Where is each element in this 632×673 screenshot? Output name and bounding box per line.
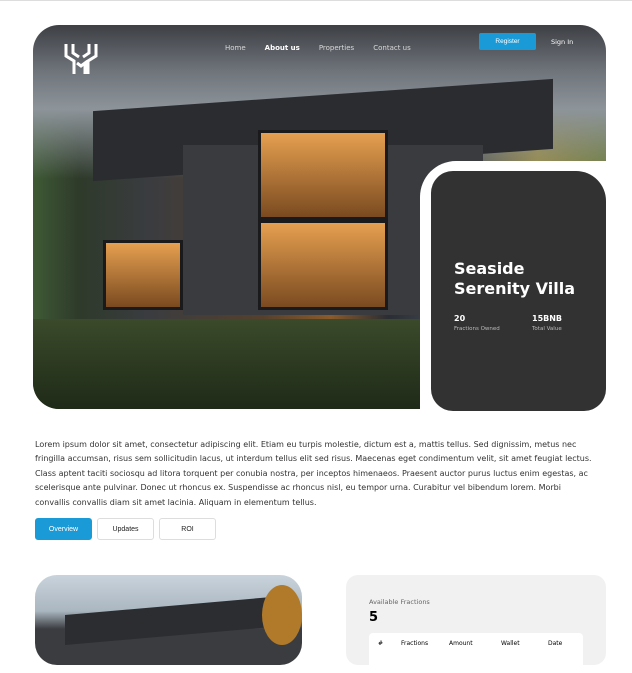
- column-header: Date: [548, 640, 563, 647]
- total-value-value: 15BNB: [532, 314, 563, 323]
- nav-properties[interactable]: Properties: [319, 44, 354, 52]
- fractions-table-header: # Fractions Amount Wallet Date: [369, 633, 583, 673]
- fractions-owned-label: Fractions Owned: [454, 326, 500, 332]
- window: [258, 220, 388, 310]
- fractions-owned-stat: 20 Fractions Owned: [454, 314, 500, 332]
- column-header: Wallet: [501, 640, 520, 647]
- tab-bar: Overview Updates ROI: [35, 518, 216, 540]
- total-value-stat: 15BNB Total Value: [532, 314, 562, 332]
- window: [103, 240, 183, 310]
- tab-roi[interactable]: ROI: [159, 518, 216, 540]
- tab-overview[interactable]: Overview: [35, 518, 92, 540]
- tab-updates[interactable]: Updates: [97, 518, 154, 540]
- column-header: Fractions: [401, 640, 429, 647]
- available-fractions-label: Available Fractions: [369, 598, 430, 606]
- property-card: Seaside Serenity Villa 20 Fractions Owned …: [431, 171, 606, 411]
- property-description: Lorem ipsum dolor sit amet, consectetur …: [35, 440, 592, 507]
- title-line-2: Serenity Villa: [454, 279, 575, 298]
- total-value-label: Total Value: [532, 326, 562, 332]
- fractions-owned-value: 20: [454, 314, 466, 323]
- sign-in-link[interactable]: Sign In: [551, 38, 573, 46]
- title-line-1: Seaside: [454, 259, 525, 278]
- column-header: #: [378, 640, 384, 647]
- nav-home[interactable]: Home: [225, 44, 246, 52]
- nav-contact-us[interactable]: Contact us: [373, 44, 411, 52]
- nav-about-us[interactable]: About us: [265, 44, 300, 52]
- column-header: Amount: [449, 640, 473, 647]
- logo-icon: [64, 44, 98, 74]
- main-nav: Home About us Properties Contact us: [225, 44, 411, 52]
- property-image: [35, 575, 302, 665]
- fractions-panel: Available Fractions 5 # Fractions Amount…: [346, 575, 606, 673]
- property-title: Seaside Serenity Villa: [454, 259, 575, 299]
- window: [258, 130, 388, 220]
- available-fractions-value: 5: [369, 610, 379, 625]
- register-button[interactable]: Register: [479, 33, 536, 50]
